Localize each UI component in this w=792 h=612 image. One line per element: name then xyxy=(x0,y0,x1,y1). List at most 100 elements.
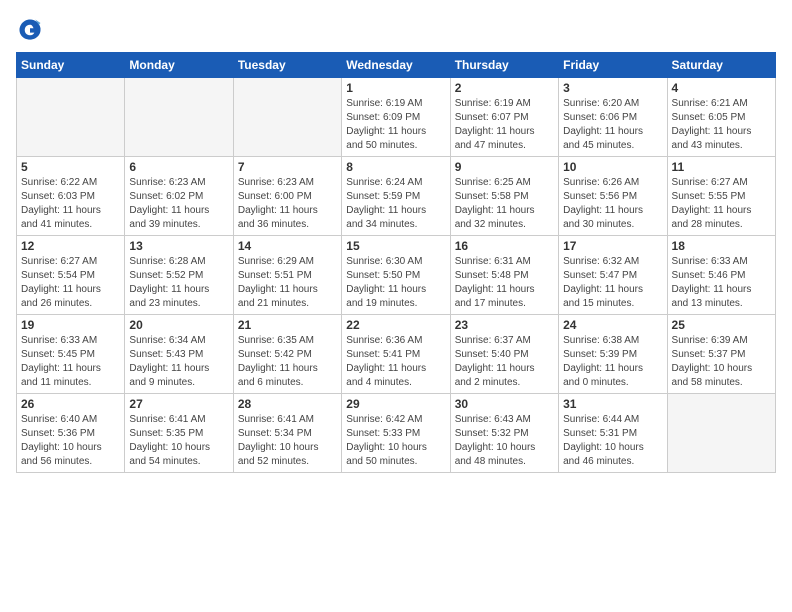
day-number: 18 xyxy=(672,239,771,253)
day-number: 13 xyxy=(129,239,228,253)
day-number: 12 xyxy=(21,239,120,253)
day-number: 6 xyxy=(129,160,228,174)
calendar-cell: 27 Sunrise: 6:41 AM Sunset: 5:35 PM Dayli… xyxy=(125,394,233,473)
weekday-header: Tuesday xyxy=(233,53,341,78)
day-number: 11 xyxy=(672,160,771,174)
day-info: Sunrise: 6:23 AM Sunset: 6:02 PM Dayligh… xyxy=(129,176,228,232)
day-number: 22 xyxy=(346,318,445,332)
weekday-header: Sunday xyxy=(17,53,125,78)
calendar-cell: 10 Sunrise: 6:26 AM Sunset: 5:56 PM Dayli… xyxy=(559,157,667,236)
day-info: Sunrise: 6:20 AM Sunset: 6:06 PM Dayligh… xyxy=(563,97,662,153)
day-info: Sunrise: 6:30 AM Sunset: 5:50 PM Dayligh… xyxy=(346,255,445,311)
day-number: 4 xyxy=(672,81,771,95)
calendar-cell: 24 Sunrise: 6:38 AM Sunset: 5:39 PM Dayli… xyxy=(559,315,667,394)
calendar-cell: 18 Sunrise: 6:33 AM Sunset: 5:46 PM Dayli… xyxy=(667,236,775,315)
day-number: 29 xyxy=(346,397,445,411)
day-info: Sunrise: 6:38 AM Sunset: 5:39 PM Dayligh… xyxy=(563,334,662,390)
calendar-week-row: 12 Sunrise: 6:27 AM Sunset: 5:54 PM Dayli… xyxy=(17,236,776,315)
day-info: Sunrise: 6:28 AM Sunset: 5:52 PM Dayligh… xyxy=(129,255,228,311)
day-number: 10 xyxy=(563,160,662,174)
day-info: Sunrise: 6:25 AM Sunset: 5:58 PM Dayligh… xyxy=(455,176,554,232)
day-number: 14 xyxy=(238,239,337,253)
day-info: Sunrise: 6:41 AM Sunset: 5:34 PM Dayligh… xyxy=(238,413,337,469)
weekday-header: Friday xyxy=(559,53,667,78)
day-number: 30 xyxy=(455,397,554,411)
day-info: Sunrise: 6:32 AM Sunset: 5:47 PM Dayligh… xyxy=(563,255,662,311)
day-number: 1 xyxy=(346,81,445,95)
calendar-cell: 30 Sunrise: 6:43 AM Sunset: 5:32 PM Dayli… xyxy=(450,394,558,473)
day-number: 9 xyxy=(455,160,554,174)
day-info: Sunrise: 6:44 AM Sunset: 5:31 PM Dayligh… xyxy=(563,413,662,469)
day-info: Sunrise: 6:41 AM Sunset: 5:35 PM Dayligh… xyxy=(129,413,228,469)
day-info: Sunrise: 6:37 AM Sunset: 5:40 PM Dayligh… xyxy=(455,334,554,390)
day-number: 20 xyxy=(129,318,228,332)
day-number: 17 xyxy=(563,239,662,253)
day-info: Sunrise: 6:31 AM Sunset: 5:48 PM Dayligh… xyxy=(455,255,554,311)
calendar-cell xyxy=(125,78,233,157)
weekday-header: Monday xyxy=(125,53,233,78)
day-number: 31 xyxy=(563,397,662,411)
day-number: 3 xyxy=(563,81,662,95)
calendar-cell xyxy=(17,78,125,157)
day-info: Sunrise: 6:43 AM Sunset: 5:32 PM Dayligh… xyxy=(455,413,554,469)
weekday-header: Saturday xyxy=(667,53,775,78)
day-number: 28 xyxy=(238,397,337,411)
day-info: Sunrise: 6:42 AM Sunset: 5:33 PM Dayligh… xyxy=(346,413,445,469)
calendar-cell: 15 Sunrise: 6:30 AM Sunset: 5:50 PM Dayli… xyxy=(342,236,450,315)
calendar-cell: 1 Sunrise: 6:19 AM Sunset: 6:09 PM Daylig… xyxy=(342,78,450,157)
weekday-header: Wednesday xyxy=(342,53,450,78)
day-number: 26 xyxy=(21,397,120,411)
calendar-cell: 7Sunrise: 6:23 AM Sunset: 6:00 PM Daylig… xyxy=(233,157,341,236)
day-info: Sunrise: 6:19 AM Sunset: 6:07 PM Dayligh… xyxy=(455,97,554,153)
calendar-cell: 12 Sunrise: 6:27 AM Sunset: 5:54 PM Dayli… xyxy=(17,236,125,315)
day-number: 21 xyxy=(238,318,337,332)
calendar-cell: 26 Sunrise: 6:40 AM Sunset: 5:36 PM Dayli… xyxy=(17,394,125,473)
weekday-header: Thursday xyxy=(450,53,558,78)
day-info: Sunrise: 6:27 AM Sunset: 5:54 PM Dayligh… xyxy=(21,255,120,311)
day-info: Sunrise: 6:21 AM Sunset: 6:05 PM Dayligh… xyxy=(672,97,771,153)
calendar-cell: 25Sunrise: 6:39 AM Sunset: 5:37 PM Dayli… xyxy=(667,315,775,394)
day-number: 24 xyxy=(563,318,662,332)
calendar-cell: 13 Sunrise: 6:28 AM Sunset: 5:52 PM Dayli… xyxy=(125,236,233,315)
day-info: Sunrise: 6:36 AM Sunset: 5:41 PM Dayligh… xyxy=(346,334,445,390)
calendar-cell: 14 Sunrise: 6:29 AM Sunset: 5:51 PM Dayli… xyxy=(233,236,341,315)
day-number: 15 xyxy=(346,239,445,253)
day-info: Sunrise: 6:22 AM Sunset: 6:03 PM Dayligh… xyxy=(21,176,120,232)
calendar-cell: 20 Sunrise: 6:34 AM Sunset: 5:43 PM Dayli… xyxy=(125,315,233,394)
day-info: Sunrise: 6:19 AM Sunset: 6:09 PM Dayligh… xyxy=(346,97,445,153)
day-info: Sunrise: 6:34 AM Sunset: 5:43 PM Dayligh… xyxy=(129,334,228,390)
calendar-header-row: SundayMondayTuesdayWednesdayThursdayFrid… xyxy=(17,53,776,78)
calendar-cell: 8 Sunrise: 6:24 AM Sunset: 5:59 PM Daylig… xyxy=(342,157,450,236)
calendar-cell: 4 Sunrise: 6:21 AM Sunset: 6:05 PM Daylig… xyxy=(667,78,775,157)
day-info: Sunrise: 6:26 AM Sunset: 5:56 PM Dayligh… xyxy=(563,176,662,232)
calendar-cell: 16Sunrise: 6:31 AM Sunset: 5:48 PM Dayli… xyxy=(450,236,558,315)
day-info: Sunrise: 6:33 AM Sunset: 5:46 PM Dayligh… xyxy=(672,255,771,311)
calendar-cell: 31 Sunrise: 6:44 AM Sunset: 5:31 PM Dayli… xyxy=(559,394,667,473)
day-number: 8 xyxy=(346,160,445,174)
day-info: Sunrise: 6:24 AM Sunset: 5:59 PM Dayligh… xyxy=(346,176,445,232)
day-info: Sunrise: 6:33 AM Sunset: 5:45 PM Dayligh… xyxy=(21,334,120,390)
calendar-cell: 21Sunrise: 6:35 AM Sunset: 5:42 PM Dayli… xyxy=(233,315,341,394)
day-info: Sunrise: 6:40 AM Sunset: 5:36 PM Dayligh… xyxy=(21,413,120,469)
calendar-cell: 22 Sunrise: 6:36 AM Sunset: 5:41 PM Dayli… xyxy=(342,315,450,394)
day-info: Sunrise: 6:23 AM Sunset: 6:00 PM Dayligh… xyxy=(238,176,337,232)
day-info: Sunrise: 6:29 AM Sunset: 5:51 PM Dayligh… xyxy=(238,255,337,311)
calendar-cell: 19 Sunrise: 6:33 AM Sunset: 5:45 PM Dayli… xyxy=(17,315,125,394)
calendar-cell: 5Sunrise: 6:22 AM Sunset: 6:03 PM Daylig… xyxy=(17,157,125,236)
calendar-cell: 2 Sunrise: 6:19 AM Sunset: 6:07 PM Daylig… xyxy=(450,78,558,157)
calendar-cell: 9 Sunrise: 6:25 AM Sunset: 5:58 PM Daylig… xyxy=(450,157,558,236)
day-number: 27 xyxy=(129,397,228,411)
day-info: Sunrise: 6:39 AM Sunset: 5:37 PM Dayligh… xyxy=(672,334,771,390)
logo xyxy=(16,16,48,44)
day-info: Sunrise: 6:27 AM Sunset: 5:55 PM Dayligh… xyxy=(672,176,771,232)
calendar-week-row: 5Sunrise: 6:22 AM Sunset: 6:03 PM Daylig… xyxy=(17,157,776,236)
calendar-cell: 23 Sunrise: 6:37 AM Sunset: 5:40 PM Dayli… xyxy=(450,315,558,394)
day-number: 19 xyxy=(21,318,120,332)
day-number: 23 xyxy=(455,318,554,332)
calendar-cell: 3 Sunrise: 6:20 AM Sunset: 6:06 PM Daylig… xyxy=(559,78,667,157)
calendar-cell: 29 Sunrise: 6:42 AM Sunset: 5:33 PM Dayli… xyxy=(342,394,450,473)
day-number: 2 xyxy=(455,81,554,95)
calendar-cell: 11 Sunrise: 6:27 AM Sunset: 5:55 PM Dayli… xyxy=(667,157,775,236)
calendar-cell: 6 Sunrise: 6:23 AM Sunset: 6:02 PM Daylig… xyxy=(125,157,233,236)
calendar-week-row: 1 Sunrise: 6:19 AM Sunset: 6:09 PM Daylig… xyxy=(17,78,776,157)
